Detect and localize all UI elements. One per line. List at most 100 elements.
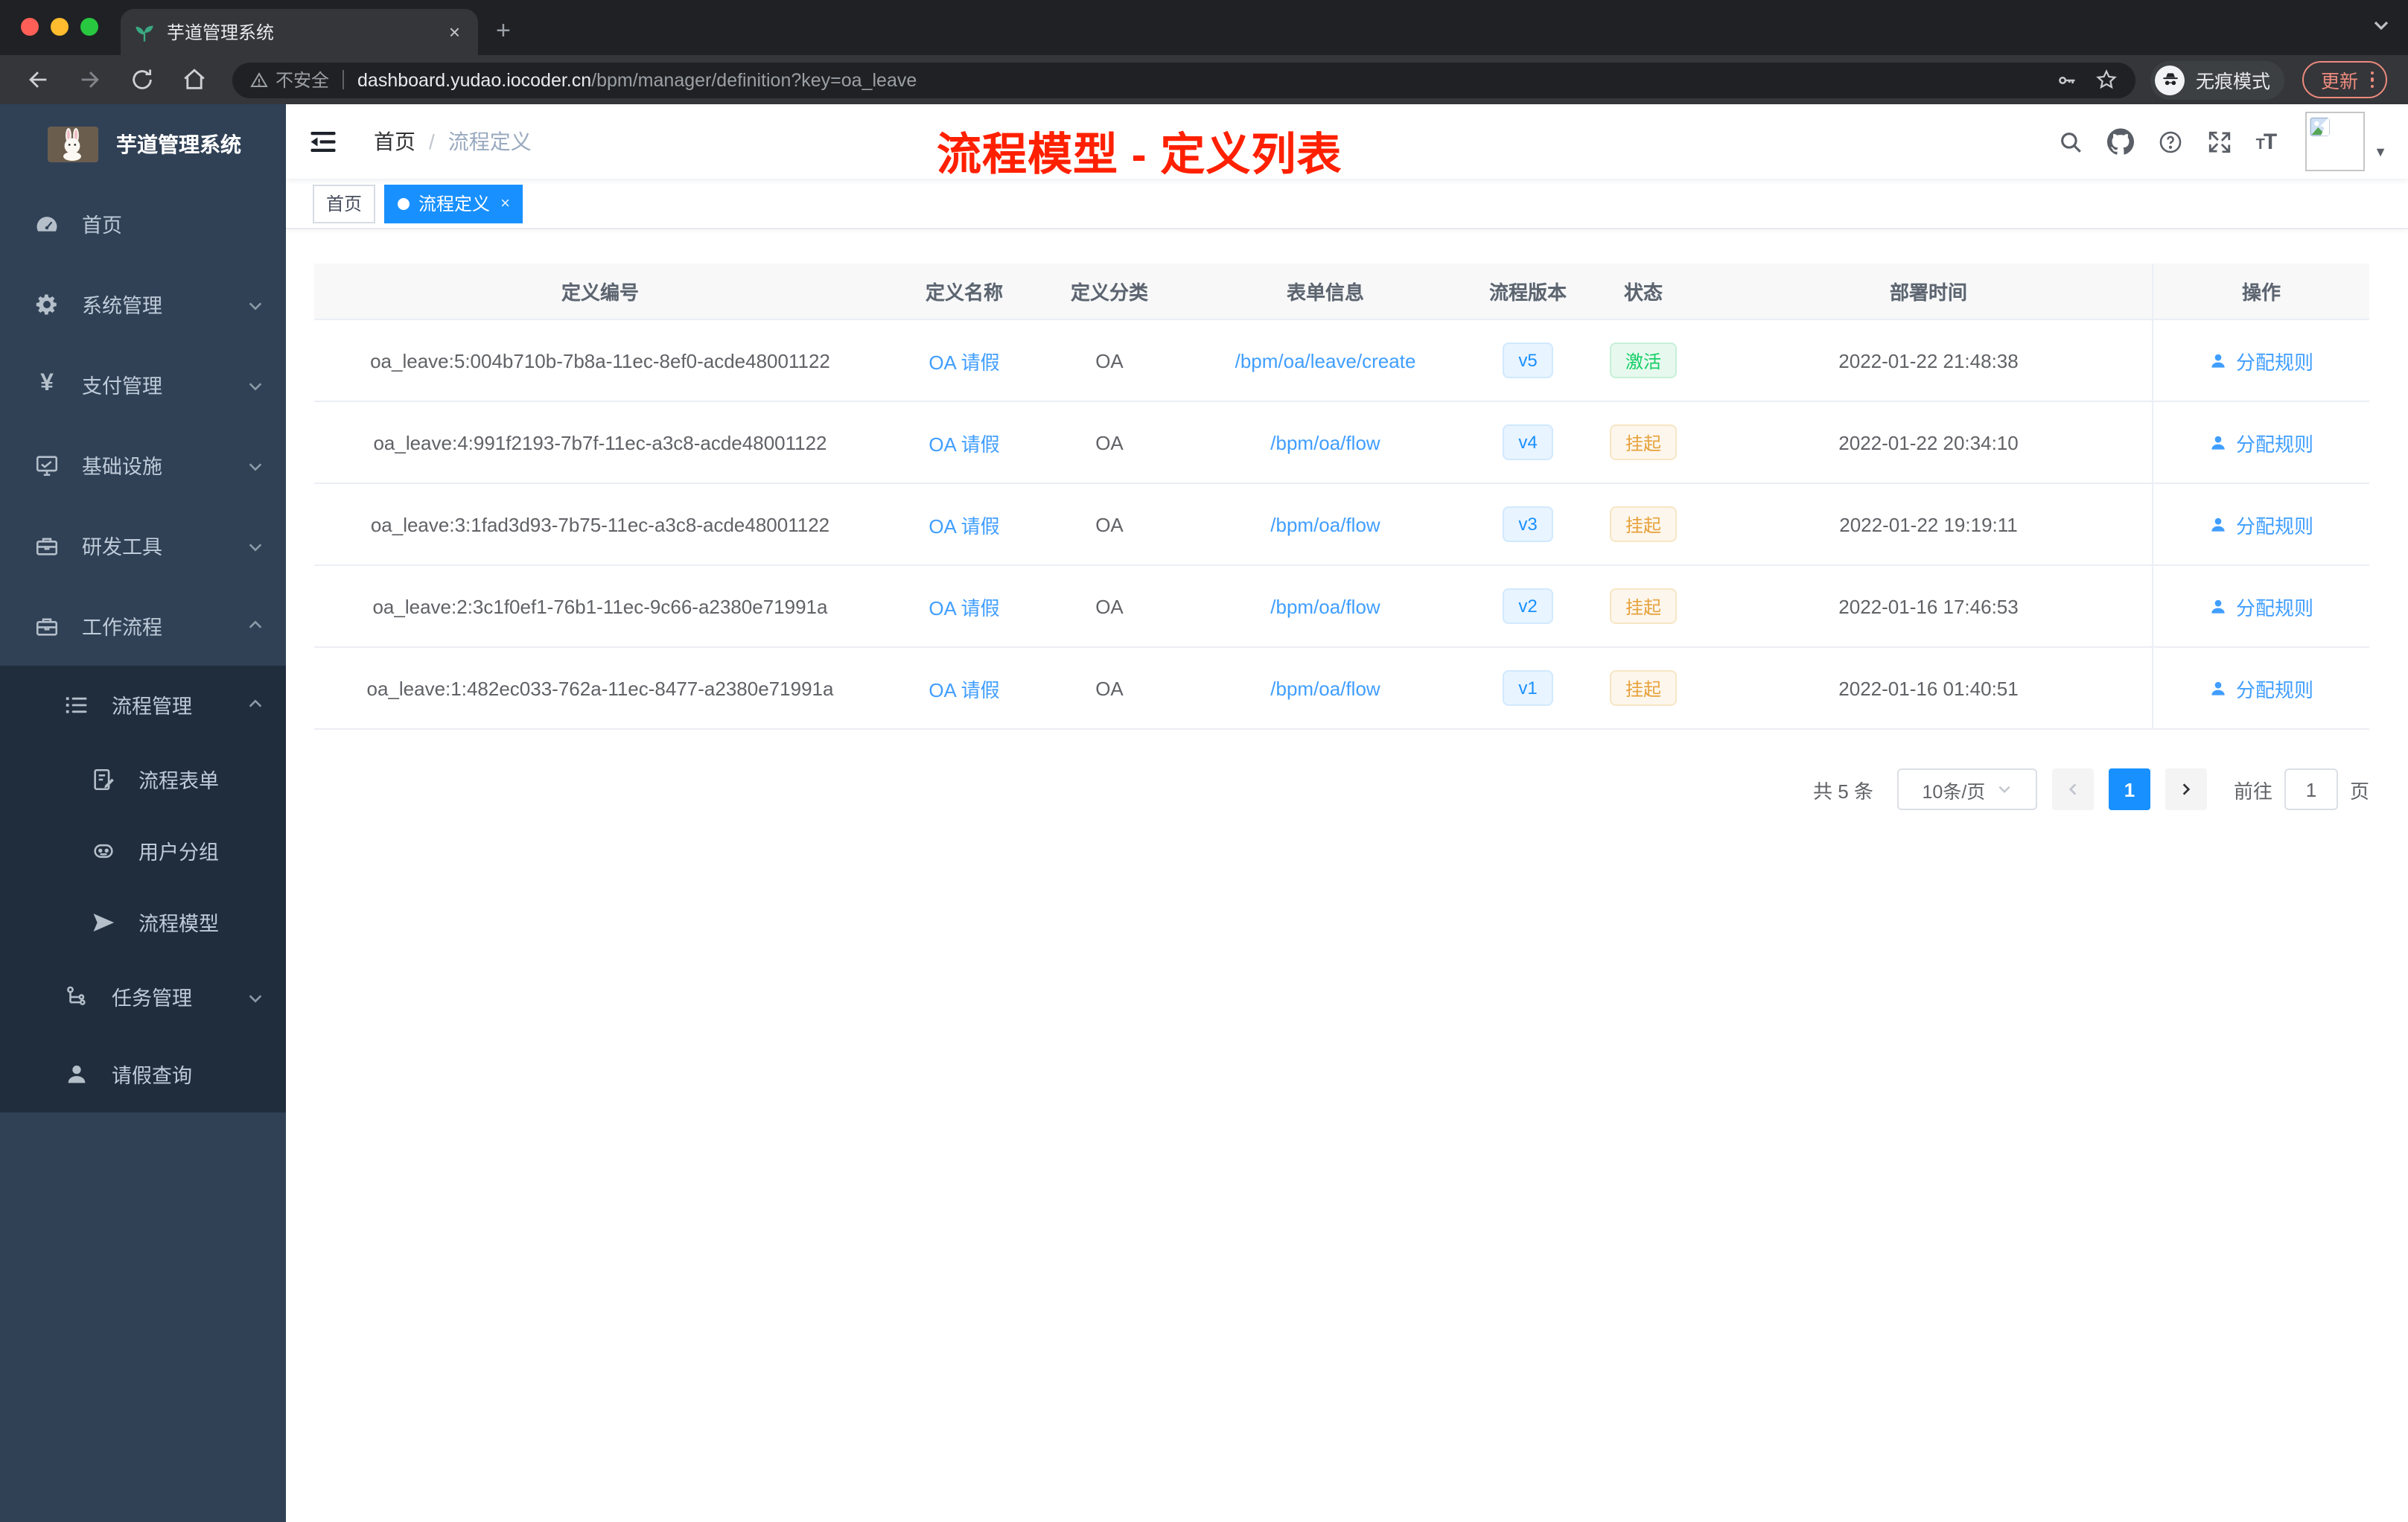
sidebar-item-process-form[interactable]: 流程表单 xyxy=(0,743,286,815)
forward-icon[interactable] xyxy=(77,67,103,92)
screenshot-root: 芋道管理系统 × + 不安全 dashboard.yudao.iocoder.c… xyxy=(0,0,2408,1522)
close-window-button[interactable] xyxy=(21,18,39,36)
version-badge: v1 xyxy=(1502,670,1554,706)
chevron-down-icon xyxy=(247,296,264,312)
definition-category: OA xyxy=(1095,595,1124,617)
chevron-down-icon xyxy=(247,537,264,553)
sidebar-item-workflow[interactable]: 工作流程 xyxy=(0,585,286,666)
tag-process-definition[interactable]: 流程定义 × xyxy=(384,184,523,223)
sidebar-toggle-icon[interactable] xyxy=(310,130,337,153)
form-link[interactable]: /bpm/oa/leave/create xyxy=(1235,349,1416,372)
avatar-caret-icon[interactable]: ▼ xyxy=(2374,144,2387,159)
search-icon[interactable] xyxy=(2058,129,2083,154)
toolbox-icon xyxy=(34,532,60,558)
status-badge: 挂起 xyxy=(1610,424,1676,460)
main-panel: 流程模型 - 定义列表 首页 / 流程定义 TT ▼ 首页 流程定义 × 定义编… xyxy=(286,104,2408,1522)
sidebar-item-payment[interactable]: ¥ 支付管理 xyxy=(0,344,286,424)
app-title: 芋道管理系统 xyxy=(116,132,241,156)
column-header: 状态 xyxy=(1623,281,1663,304)
sidebar-item-process-model[interactable]: 流程模型 xyxy=(0,886,286,958)
not-secure-warning-icon[interactable] xyxy=(250,71,268,89)
form-link[interactable]: /bpm/oa/flow xyxy=(1270,513,1380,535)
font-size-icon[interactable]: TT xyxy=(2256,129,2278,154)
back-icon[interactable] xyxy=(25,67,51,92)
definition-name-link[interactable]: OA 请假 xyxy=(929,592,999,620)
maximize-window-button[interactable] xyxy=(80,18,98,36)
sidebar-item-task-management[interactable]: 任务管理 xyxy=(0,958,286,1035)
tag-label: 首页 xyxy=(326,194,363,214)
browser-menu-icon[interactable] xyxy=(2370,71,2374,89)
sidebar-item-infrastructure[interactable]: 基础设施 xyxy=(0,424,286,505)
breadcrumb-separator: / xyxy=(429,130,435,153)
bookmark-star-icon[interactable] xyxy=(2096,69,2118,91)
form-link[interactable]: /bpm/oa/flow xyxy=(1270,431,1380,453)
assign-rule-link[interactable]: 分配规则 xyxy=(2209,428,2313,456)
help-icon[interactable] xyxy=(2158,129,2183,154)
sidebar-item-process-management[interactable]: 流程管理 xyxy=(0,666,286,743)
page-size-select[interactable]: 10条/页 xyxy=(1896,768,2037,810)
definition-name-link[interactable]: OA 请假 xyxy=(929,346,999,375)
sidebar-item-leave-query[interactable]: 请假查询 xyxy=(0,1035,286,1112)
column-header: 定义名称 xyxy=(925,281,1003,304)
deploy-time: 2022-01-22 20:34:10 xyxy=(1838,431,2019,453)
assign-rule-link[interactable]: 分配规则 xyxy=(2209,510,2313,538)
window-controls[interactable] xyxy=(21,18,98,36)
page-unit-label: 页 xyxy=(2349,780,2369,802)
tab-search-chevron-icon[interactable] xyxy=(2372,15,2390,42)
sidebar-item-label: 工作流程 xyxy=(82,617,162,639)
breadcrumb-home[interactable]: 首页 xyxy=(374,127,415,156)
page-number-button[interactable]: 1 xyxy=(2108,768,2150,810)
table-row: oa_leave:5:004b710b-7b8a-11ec-8ef0-acde4… xyxy=(314,320,2369,402)
breadcrumb: 首页 / 流程定义 xyxy=(374,127,532,156)
status-badge: 挂起 xyxy=(1610,506,1676,542)
sidebar-item-label: 用户分组 xyxy=(138,841,219,864)
tag-home[interactable]: 首页 xyxy=(313,184,376,223)
status-badge: 挂起 xyxy=(1610,670,1676,706)
tab-close-icon[interactable]: × xyxy=(445,21,465,43)
chrome-update-button[interactable]: 更新 xyxy=(2302,61,2387,98)
tab-title: 芋道管理系统 xyxy=(167,22,275,43)
home-icon[interactable] xyxy=(182,67,207,92)
assign-rule-link[interactable]: 分配规则 xyxy=(2209,674,2313,702)
user-icon xyxy=(2212,353,2226,367)
reload-icon[interactable] xyxy=(130,67,155,92)
definition-name-link[interactable]: OA 请假 xyxy=(929,674,999,702)
address-bar[interactable]: 不安全 dashboard.yudao.iocoder.cn/bpm/manag… xyxy=(232,62,2136,98)
url-domain: dashboard.yudao.iocoder.cn xyxy=(357,69,592,90)
prev-page-button[interactable] xyxy=(2051,768,2094,810)
url-path: /bpm/manager/definition?key=oa_leave xyxy=(591,69,917,90)
github-icon[interactable] xyxy=(2106,128,2134,155)
logo-rabbit-image xyxy=(48,126,98,162)
tag-close-icon[interactable]: × xyxy=(500,194,510,212)
assign-rule-link[interactable]: 分配规则 xyxy=(2209,592,2313,620)
tag-label: 流程定义 xyxy=(418,194,491,214)
definition-id: oa_leave:4:991f2193-7b7f-11ec-a3c8-acde4… xyxy=(373,431,827,453)
definition-name-link[interactable]: OA 请假 xyxy=(929,428,999,456)
sidebar-item-label: 请假查询 xyxy=(112,1065,192,1087)
sidebar-item-dev-tools[interactable]: 研发工具 xyxy=(0,505,286,585)
sidebar-item-home[interactable]: 首页 xyxy=(0,183,286,264)
assign-rule-link[interactable]: 分配规则 xyxy=(2209,346,2313,375)
app-logo[interactable]: 芋道管理系统 xyxy=(0,104,286,183)
column-header: 部署时间 xyxy=(1889,281,1967,304)
avatar-broken-image[interactable] xyxy=(2305,112,2366,171)
chevron-up-icon xyxy=(247,696,264,713)
sidebar-item-system[interactable]: 系统管理 xyxy=(0,264,286,344)
user-icon xyxy=(2212,681,2226,695)
goto-page-input[interactable] xyxy=(2284,768,2338,810)
browser-tab[interactable]: 芋道管理系统 × xyxy=(121,9,478,55)
new-tab-button[interactable]: + xyxy=(496,16,511,46)
status-badge: 激活 xyxy=(1610,343,1676,378)
version-badge: v4 xyxy=(1502,424,1554,460)
pagination: 共 5 条 10条/页 1 前往 页 xyxy=(314,768,2369,810)
password-key-icon[interactable] xyxy=(2057,69,2078,90)
form-link[interactable]: /bpm/oa/flow xyxy=(1270,595,1380,617)
sidebar-item-user-group[interactable]: 用户分组 xyxy=(0,815,286,886)
definition-name-link[interactable]: OA 请假 xyxy=(929,510,999,538)
minimize-window-button[interactable] xyxy=(51,18,69,36)
fullscreen-icon[interactable] xyxy=(2207,129,2232,154)
form-link[interactable]: /bpm/oa/flow xyxy=(1270,677,1380,699)
chevron-down-icon xyxy=(247,456,264,473)
next-page-button[interactable] xyxy=(2165,768,2207,810)
sidebar-item-label: 流程管理 xyxy=(112,695,192,718)
